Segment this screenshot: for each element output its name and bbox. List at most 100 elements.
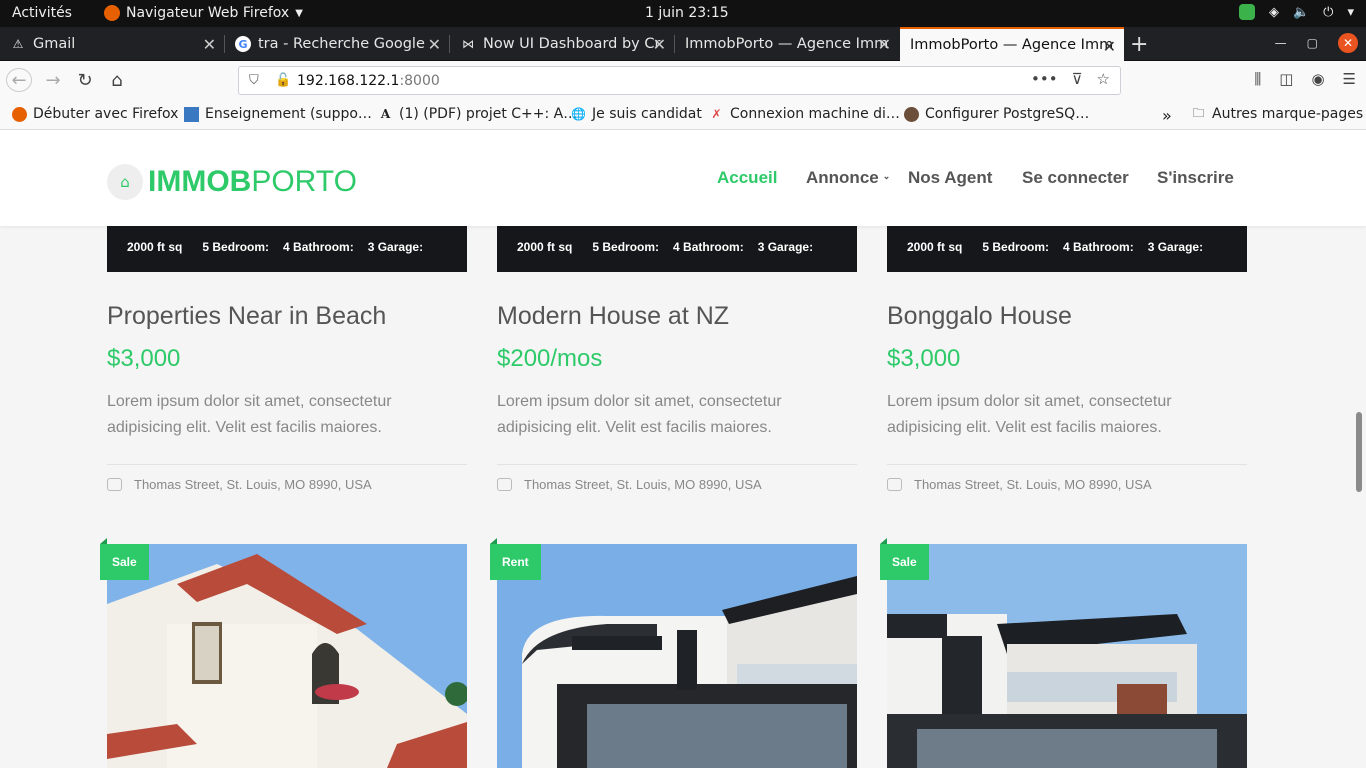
tracking-shield-icon[interactable]: ⛉ xyxy=(249,73,259,88)
tab-google[interactable]: G tra - Recherche Google ✕ xyxy=(225,27,449,61)
badge-label: Rent xyxy=(502,555,529,569)
card-image-bottom: 2000 ft sq 5 Bedroom: 4 Bathroom: 3 Gara… xyxy=(107,226,467,272)
bookmark-candidat[interactable]: 🌐 Je suis candidat xyxy=(571,106,702,122)
clock[interactable]: 1 juin 23:15 xyxy=(645,5,729,21)
badge-fold xyxy=(100,538,107,544)
badge-fold xyxy=(490,538,497,544)
tab-immobporto-active[interactable]: ImmobPorto — Agence Imm ✕ xyxy=(900,27,1124,61)
site-header: ⌂ IMMOB PORTO Accueil Annonce ⌄ Nos Agent … xyxy=(0,130,1366,226)
card-image-bottom: 2000 ft sq 5 Bedroom: 4 Bathroom: 3 Gara… xyxy=(887,226,1247,272)
bookmark-label: (1) (PDF) projet C++: A… xyxy=(399,106,578,122)
globe-icon: 🌐 xyxy=(571,107,586,121)
bookmark-label: Enseignement (suppo… xyxy=(205,106,372,122)
bookmarks-overflow-chevron-icon[interactable]: » xyxy=(1162,106,1172,125)
house-photo-illustration xyxy=(107,544,467,768)
bookmark-postgresql[interactable]: Configurer PostgreSQ… xyxy=(904,106,1089,122)
tab-title: Gmail xyxy=(33,36,76,52)
library-icon[interactable]: ⫼ xyxy=(1254,70,1261,88)
url-bar[interactable]: ⛉ 🔓 192.168.122.1:8000 ••• ⊽ ☆ xyxy=(238,66,1121,95)
page-actions-icon[interactable]: ••• xyxy=(1031,70,1058,88)
wifi-icon: ◈ xyxy=(1268,4,1279,20)
maximize-button[interactable]: ▢ xyxy=(1307,36,1318,50)
chevron-down-icon: ▼ xyxy=(295,7,303,19)
pocket-icon[interactable]: ⊽ xyxy=(1072,70,1083,88)
toolbar-right: ⫼ ◫ ◉ ☰ xyxy=(1254,70,1356,88)
close-icon[interactable]: ✕ xyxy=(653,35,666,54)
close-icon[interactable]: ✕ xyxy=(203,35,216,54)
account-icon[interactable]: ◉ xyxy=(1311,70,1324,88)
listing-photo[interactable] xyxy=(497,544,857,768)
logo-text-porto: PORTO xyxy=(251,165,357,198)
bookmark-label: Configurer PostgreSQ… xyxy=(925,106,1090,122)
url-text[interactable]: 192.168.122.1:8000 xyxy=(297,73,440,89)
folder-icon: 🗀 xyxy=(1192,105,1205,120)
stat-garages: 3 Garage: xyxy=(367,240,424,254)
nav-se-connecter[interactable]: Se connecter xyxy=(1022,168,1129,188)
nav-accueil[interactable]: Accueil xyxy=(717,168,777,188)
tab-title: Now UI Dashboard by Cr xyxy=(483,36,661,52)
insecure-lock-icon[interactable]: 🔓 xyxy=(275,73,291,88)
tab-strip: ⚠ Gmail ✕ G tra - Recherche Google ✕ ⋈ N… xyxy=(0,27,1366,61)
tab-gmail[interactable]: ⚠ Gmail ✕ xyxy=(0,27,224,61)
bookmark-connexion-machine[interactable]: ✗ Connexion machine di… xyxy=(709,106,900,122)
activities-button[interactable]: Activités xyxy=(12,5,72,21)
tab-title: tra - Recherche Google xyxy=(258,36,425,52)
nav-sinscrire[interactable]: S'inscrire xyxy=(1157,168,1234,188)
academia-icon: A xyxy=(380,107,391,121)
bowtie-icon: ⋈ xyxy=(462,37,474,51)
listing-status-badge: Sale xyxy=(100,538,149,580)
card-address-text: Thomas Street, St. Louis, MO 8990, USA xyxy=(524,477,762,492)
forward-button[interactable]: → xyxy=(40,68,66,92)
bookmark-label: Autres marque-pages xyxy=(1212,106,1364,122)
back-button[interactable]: ← xyxy=(6,68,32,92)
stat-area: 2000 ft sq xyxy=(907,240,963,254)
close-icon[interactable]: ✕ xyxy=(1103,37,1116,56)
home-button[interactable]: ⌂ xyxy=(104,68,130,92)
reload-button[interactable]: ↻ xyxy=(72,68,98,92)
new-tab-button[interactable]: + xyxy=(1130,32,1148,57)
window-close-button[interactable]: ✕ xyxy=(1338,33,1358,53)
close-icon[interactable]: ✕ xyxy=(878,35,891,54)
site-logo[interactable]: ⌂ IMMOB PORTO xyxy=(107,164,357,200)
card-divider xyxy=(107,464,467,465)
page-scrollbar[interactable] xyxy=(1356,412,1362,492)
firefox-icon xyxy=(104,5,120,21)
badge-label: Sale xyxy=(892,555,917,569)
navigation-toolbar: ← → ↻ ⌂ ⛉ 🔓 192.168.122.1:8000 ••• ⊽ ☆ ⫼… xyxy=(0,61,1366,99)
listing-status-badge: Sale xyxy=(880,538,929,580)
card-title[interactable]: Bonggalo House xyxy=(887,302,1072,331)
card-title[interactable]: Modern House at NZ xyxy=(497,302,729,331)
stat-area: 2000 ft sq xyxy=(517,240,573,254)
map-icon xyxy=(497,478,512,491)
bookmark-label: Connexion machine di… xyxy=(730,106,900,122)
nav-annonce[interactable]: Annonce ⌄ xyxy=(806,168,890,188)
volume-icon: 🔈 xyxy=(1292,4,1310,20)
tab-title: ImmobPorto — Agence Imm xyxy=(910,37,1114,53)
close-icon[interactable]: ✕ xyxy=(428,35,441,54)
card-description: Lorem ipsum dolor sit amet, consectetur … xyxy=(497,393,782,436)
window-controls: — ▢ ✕ xyxy=(1275,33,1358,53)
card-price: $3,000 xyxy=(887,345,961,372)
badge-label: Sale xyxy=(112,555,137,569)
listing-photo[interactable] xyxy=(887,544,1247,768)
bookmark-star-icon[interactable]: ☆ xyxy=(1097,70,1110,88)
hamburger-menu-icon[interactable]: ☰ xyxy=(1343,70,1356,88)
sidebar-icon[interactable]: ◫ xyxy=(1279,70,1293,88)
bookmark-other-folder[interactable]: 🗀 Autres marque-pages xyxy=(1191,105,1364,123)
minimize-button[interactable]: — xyxy=(1275,36,1287,50)
bookmark-pdf-projet[interactable]: A (1) (PDF) projet C++: A… xyxy=(378,106,577,122)
nav-nos-agent[interactable]: Nos Agent xyxy=(908,168,992,188)
update-shield-icon[interactable] xyxy=(1238,4,1255,20)
bookmark-enseignement[interactable]: Enseignement (suppo… xyxy=(184,106,372,122)
card-divider xyxy=(497,464,857,465)
listing-photo[interactable] xyxy=(107,544,467,768)
app-menu[interactable]: Navigateur Web Firefox ▼ xyxy=(104,5,303,21)
map-icon xyxy=(887,478,902,491)
tab-now-ui[interactable]: ⋈ Now UI Dashboard by Cr ✕ xyxy=(450,27,674,61)
card-stats: 2000 ft sq 5 Bedroom: 4 Bathroom: 3 Gara… xyxy=(517,240,813,254)
card-address-text: Thomas Street, St. Louis, MO 8990, USA xyxy=(914,477,1152,492)
tab-immobporto-1[interactable]: ImmobPorto — Agence Imm ✕ xyxy=(675,27,899,61)
bookmark-debuter-firefox[interactable]: Débuter avec Firefox xyxy=(12,106,178,122)
card-title[interactable]: Properties Near in Beach xyxy=(107,302,386,331)
system-tray[interactable]: ◈ 🔈 ⏻ ▾ xyxy=(1238,4,1354,20)
